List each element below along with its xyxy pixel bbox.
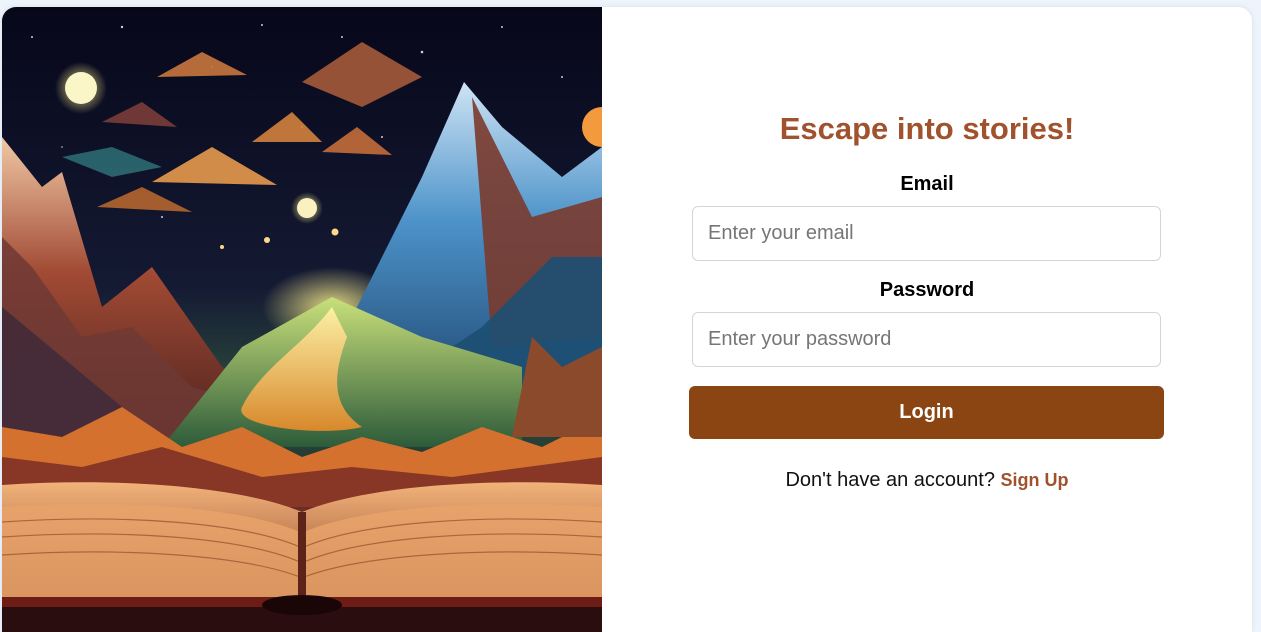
login-button[interactable]: Login <box>689 386 1164 439</box>
email-label: Email <box>900 173 954 195</box>
book-mountains-illustration <box>2 7 602 632</box>
hero-illustration <box>2 7 602 632</box>
signup-link[interactable]: Sign Up <box>1001 470 1069 490</box>
signup-prompt-line: Don't have an account? Sign Up <box>602 469 1252 492</box>
email-field[interactable] <box>692 206 1161 261</box>
login-form-panel: Escape into stories! Email Password Logi… <box>602 7 1252 632</box>
password-field[interactable] <box>692 312 1161 367</box>
password-label: Password <box>879 279 975 301</box>
login-card: Escape into stories! Email Password Logi… <box>2 7 1252 632</box>
signup-prompt-text: Don't have an account? <box>785 469 995 491</box>
page-title: Escape into stories! <box>779 111 1075 146</box>
